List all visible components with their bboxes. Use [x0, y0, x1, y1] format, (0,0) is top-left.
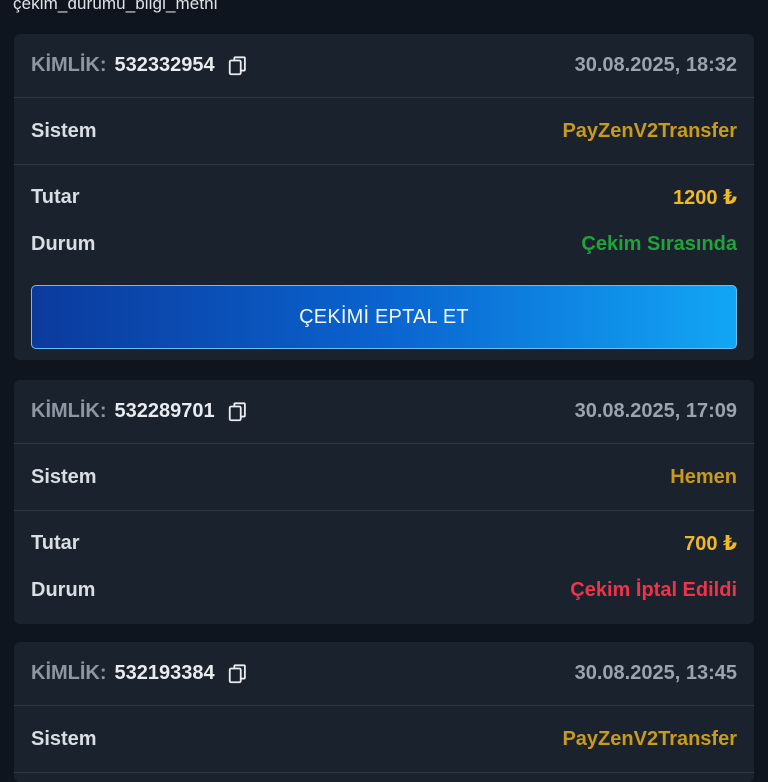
id-label: KİMLİK:	[31, 54, 107, 76]
withdrawal-card: KİMLİK: 532193384 30.08.2025, 13:45 Sist…	[14, 642, 754, 782]
cancel-withdrawal-button[interactable]: ÇEKİMİ EPTAL ET	[31, 285, 737, 349]
id-label: KİMLİK:	[31, 662, 107, 684]
datetime: 30.08.2025, 18:32	[574, 54, 737, 76]
system-value: PayZenV2Transfer	[562, 119, 737, 142]
system-row: Sistem PayZenV2Transfer	[14, 98, 754, 165]
system-label: Sistem	[31, 465, 97, 488]
amount-label: Tutar	[31, 531, 80, 554]
copy-icon[interactable]	[227, 663, 249, 685]
withdrawal-card: KİMLİK: 532332954 30.08.2025, 18:32 Sist…	[14, 34, 754, 360]
id-group: KİMLİK: 532193384	[31, 662, 249, 685]
status-value: Çekim İptal Edildi	[570, 578, 737, 601]
system-label: Sistem	[31, 119, 97, 142]
id-group: KİMLİK: 532332954	[31, 54, 249, 77]
id-group: KİMLİK: 532289701	[31, 400, 249, 423]
id-value: 532289701	[114, 400, 215, 422]
withdrawal-card: KİMLİK: 532289701 30.08.2025, 17:09 Sist…	[14, 380, 754, 624]
status-info-text: çekim_durumu_bilgi_metni	[13, 0, 218, 13]
system-row: Sistem Hemen	[14, 444, 754, 511]
amount-value: 1200 ₺	[673, 186, 737, 209]
status-row: Durum Çekim Sırasında	[14, 229, 754, 259]
status-label: Durum	[31, 578, 96, 601]
amount-row: Tutar 1200 ₺	[14, 165, 754, 229]
id-label: KİMLİK:	[31, 400, 107, 422]
card-header: KİMLİK: 532193384 30.08.2025, 13:45	[14, 642, 754, 706]
system-value: PayZenV2Transfer	[562, 727, 737, 750]
amount-label: Tutar	[31, 185, 80, 208]
amount-row: Tutar 700 ₺	[14, 511, 754, 575]
card-header: KİMLİK: 532289701 30.08.2025, 17:09	[14, 380, 754, 444]
system-row: Sistem PayZenV2Transfer	[14, 706, 754, 773]
status-row: Durum Çekim İptal Edildi	[14, 575, 754, 605]
system-value: Hemen	[670, 465, 737, 488]
copy-icon[interactable]	[227, 55, 249, 77]
status-value: Çekim Sırasında	[581, 232, 737, 255]
copy-icon[interactable]	[227, 401, 249, 423]
amount-value: 700 ₺	[684, 532, 737, 555]
id-value: 532332954	[114, 54, 215, 76]
card-header: KİMLİK: 532332954 30.08.2025, 18:32	[14, 34, 754, 98]
status-label: Durum	[31, 232, 96, 255]
system-label: Sistem	[31, 727, 97, 750]
id-value: 532193384	[114, 662, 215, 684]
datetime: 30.08.2025, 13:45	[574, 662, 737, 684]
datetime: 30.08.2025, 17:09	[574, 400, 737, 422]
